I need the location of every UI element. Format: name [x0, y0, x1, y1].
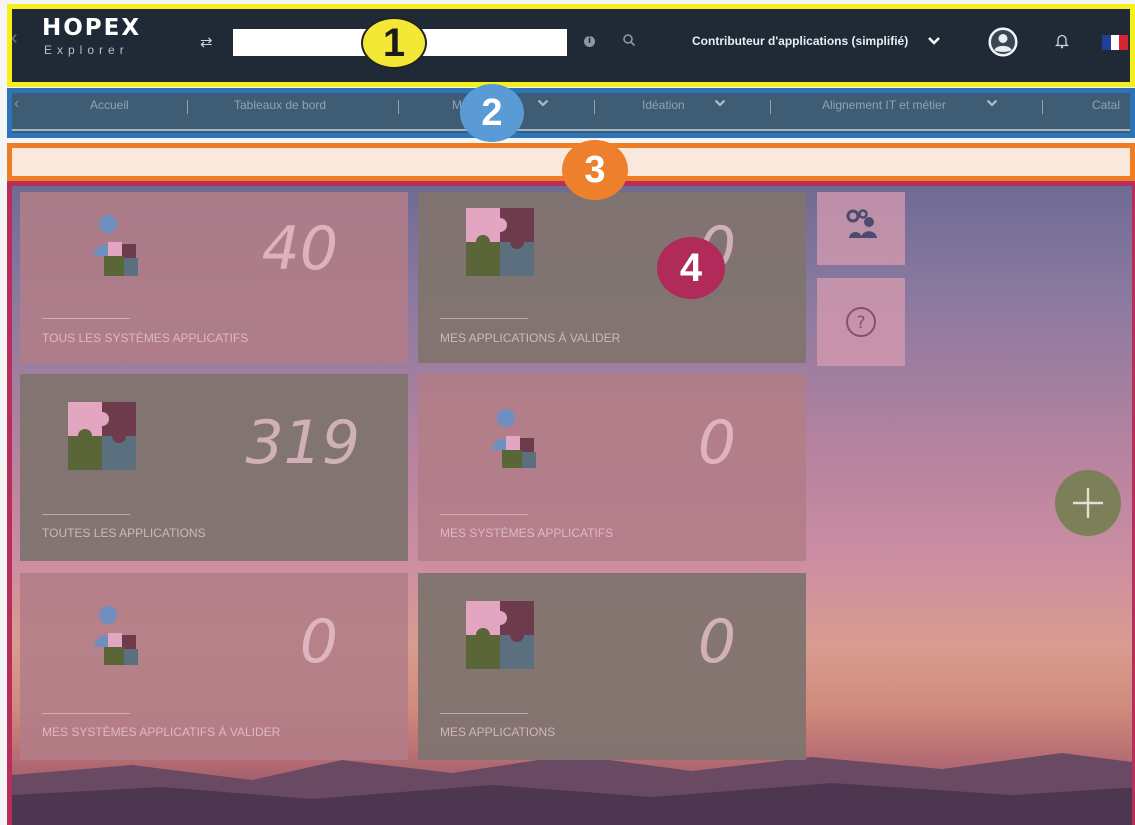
navigation-region: ‹ Accueil Tableaux de bord Mo Idéation A… [7, 88, 1135, 138]
flag-fr-icon[interactable] [1102, 35, 1129, 50]
add-button[interactable] [1055, 470, 1121, 536]
tab-ideation[interactable]: Idéation [642, 98, 685, 112]
help-icon: ? [846, 307, 876, 337]
annotation-badge-4: 4 [657, 237, 725, 299]
nav-separator [1042, 100, 1043, 114]
tile-title: Mes systèmes applicatifs [440, 526, 614, 540]
tile-title: Mes applications à valider [440, 331, 621, 345]
logo-subtitle: Explorer [44, 43, 129, 57]
tab-tableaux-de-bord[interactable]: Tableaux de bord [234, 98, 326, 112]
user-puzzle-icon [94, 215, 138, 276]
nav-separator [187, 100, 188, 114]
puzzle-icon [466, 601, 534, 669]
swap-icon[interactable]: ⇄ [200, 33, 213, 51]
role-selector[interactable]: Contributeur d'applications (simplifié) [692, 34, 908, 48]
svg-text:?: ? [856, 313, 865, 333]
tile-count: 319 [245, 408, 360, 478]
nav-prev-arrow-icon[interactable]: ‹ [14, 95, 19, 113]
tile-title: Tous les systèmes applicatifs [42, 331, 249, 345]
tile-count: 0 [697, 607, 736, 677]
tile-mes-applications-a-valider[interactable]: 0 Mes applications à valider [418, 192, 806, 363]
annotation-badge-2: 2 [460, 84, 524, 142]
tile-divider [440, 318, 528, 319]
nav-separator [398, 100, 399, 114]
help-button[interactable]: ? [817, 278, 905, 366]
tile-toutes-les-applications[interactable]: 319 Toutes les applications [20, 374, 408, 561]
annotation-badge-1: 1 [361, 17, 427, 69]
chevron-down-icon[interactable] [986, 99, 998, 108]
tile-mes-applications[interactable]: 0 Mes applications [418, 573, 806, 760]
user-puzzle-icon [492, 409, 536, 468]
tile-tous-systemes-applicatifs[interactable]: 40 Tous les systèmes applicatifs [20, 192, 408, 363]
tile-count: 0 [299, 607, 338, 677]
bell-icon[interactable] [1055, 33, 1069, 49]
logo-title[interactable]: HOPEX [42, 15, 141, 41]
tile-divider [42, 318, 130, 319]
tile-mes-systemes-applicatifs-a-valider[interactable]: 0 Mes systèmes applicatifs à valider [20, 573, 408, 760]
tab-alignement[interactable]: Alignement IT et métier [822, 98, 946, 112]
tile-divider [440, 514, 528, 515]
puzzle-icon [68, 402, 136, 470]
search-icon[interactable] [622, 33, 636, 47]
nav-underline [12, 129, 1130, 131]
back-arrow-icon[interactable]: ‹ [11, 27, 18, 50]
tile-title: Toutes les applications [42, 526, 206, 540]
tab-catalogue[interactable]: Catal [1092, 98, 1120, 112]
user-puzzle-icon [94, 606, 138, 665]
settings-users-icon [846, 209, 877, 238]
tile-title: Mes systèmes applicatifs à valider [42, 725, 281, 739]
top-bar-region: ‹ HOPEX Explorer ⇄ i Contributeur d'appl… [7, 4, 1135, 87]
tile-divider [42, 713, 130, 714]
nav-separator [594, 100, 595, 114]
tile-count: 40 [261, 214, 338, 284]
chevron-down-icon[interactable] [714, 99, 726, 108]
chevron-down-icon[interactable] [537, 99, 549, 108]
tile-divider [440, 713, 528, 714]
tab-accueil[interactable]: Accueil [90, 98, 129, 112]
annotation-badge-3: 3 [562, 140, 628, 200]
info-icon[interactable]: i [584, 36, 595, 47]
dashboard-region: 40 Tous les systèmes applicatifs 0 Mes a… [7, 181, 1135, 825]
nav-separator [770, 100, 771, 114]
puzzle-icon [466, 208, 534, 276]
chevron-down-icon[interactable] [927, 36, 941, 46]
user-icon[interactable] [987, 26, 1019, 58]
tile-divider [42, 514, 130, 515]
tile-mes-systemes-applicatifs[interactable]: 0 Mes systèmes applicatifs [418, 374, 806, 561]
tile-title: Mes applications [440, 725, 556, 739]
plus-icon [1073, 488, 1103, 518]
tile-count: 0 [697, 408, 736, 478]
settings-users-button[interactable] [817, 192, 905, 265]
